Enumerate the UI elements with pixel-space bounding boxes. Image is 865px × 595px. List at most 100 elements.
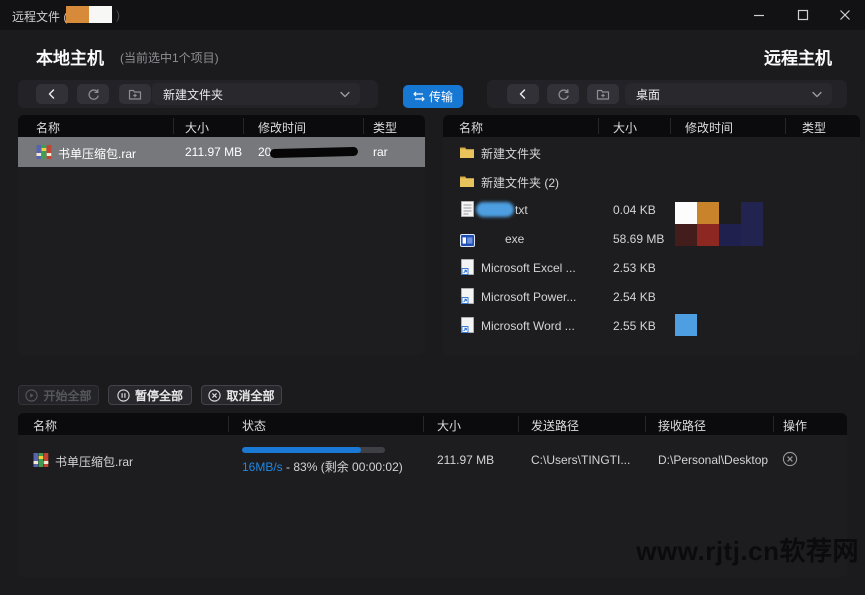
- file-name: Microsoft Word ...: [481, 319, 575, 333]
- start-all-button[interactable]: 开始全部: [18, 385, 99, 405]
- play-circle-icon: [25, 388, 39, 402]
- transfer-status: 16MB/s - 83% (剩余 00:00:02): [242, 458, 403, 475]
- watermark-text: www.rjtj.cn软荐网: [636, 536, 859, 566]
- file-row[interactable]: Microsoft Excel ... 2.53 KB: [443, 253, 860, 282]
- chevron-down-icon: [340, 91, 360, 98]
- file-row[interactable]: 新建文件夹 (2): [443, 166, 860, 195]
- col-type: 类型: [373, 121, 398, 135]
- local-toolbar: 新建文件夹: [18, 80, 378, 108]
- queue-send-path: C:\Users\TINGTI...: [531, 453, 631, 467]
- refresh-icon: [87, 88, 100, 101]
- remote-path-dropdown[interactable]: 桌面: [625, 83, 832, 105]
- file-type: rar: [373, 145, 388, 159]
- winrar-archive-icon: [36, 144, 52, 160]
- file-row[interactable]: exe 58.69 MB: [443, 224, 860, 253]
- remote-refresh-button[interactable]: [547, 84, 579, 104]
- file-name: exe: [505, 232, 525, 246]
- file-size: 2.54 KB: [613, 290, 656, 304]
- cancel-circle-icon: [208, 388, 222, 402]
- shortcut-file-icon: [459, 259, 475, 275]
- local-path-dropdown[interactable]: 新建文件夹: [152, 83, 360, 105]
- transfer-button[interactable]: 传输: [403, 85, 463, 108]
- local-table-header: 名称 大小 修改时间 类型: [18, 115, 425, 137]
- maximize-icon: [797, 9, 809, 21]
- window-title: 远程文件 (: [12, 10, 68, 24]
- pause-circle-icon: [117, 388, 130, 402]
- file-row[interactable]: txt 0.04 KB: [443, 195, 860, 224]
- queue-table-header: 名称 状态 大小 发送路径 接收路径 操作: [18, 413, 847, 435]
- remote-new-folder-button[interactable]: [587, 84, 619, 104]
- redacted-session-name: [66, 6, 112, 23]
- col-type: 类型: [802, 121, 827, 135]
- transfer-progress-text: - 83% (剩余 00:00:02): [282, 460, 403, 474]
- file-row[interactable]: Microsoft Power... 2.54 KB: [443, 282, 860, 311]
- col-recv-path: 接收路径: [658, 419, 707, 433]
- col-size: 大小: [185, 121, 210, 135]
- queue-file-name: 书单压缩包.rar: [55, 455, 134, 469]
- start-all-label: 开始全部: [43, 388, 92, 403]
- shortcut-file-icon: [459, 288, 475, 304]
- maximize-button[interactable]: [786, 0, 820, 30]
- file-name: 新建文件夹: [481, 147, 542, 161]
- pause-all-button[interactable]: 暂停全部: [108, 385, 192, 405]
- cancel-all-button[interactable]: 取消全部: [201, 385, 282, 405]
- col-name: 名称: [33, 419, 58, 433]
- file-name: Microsoft Power...: [481, 290, 577, 304]
- transfer-icon: [413, 91, 425, 102]
- col-status: 状态: [242, 419, 267, 433]
- local-selection-count: (当前选中1个项目): [120, 51, 219, 65]
- chevron-down-icon: [812, 91, 832, 98]
- winrar-archive-icon: [33, 452, 49, 468]
- col-name: 名称: [459, 121, 484, 135]
- new-folder-icon: [596, 88, 610, 101]
- queue-row[interactable]: 书单压缩包.rar 16MB/s - 83% (剩余 00:00:02) 211…: [18, 442, 847, 478]
- file-row-selected[interactable]: 书单压缩包.rar 211.97 MB 20 rar: [18, 137, 425, 167]
- queue-file-size: 211.97 MB: [437, 453, 495, 467]
- folder-icon: [459, 144, 475, 160]
- cancel-all-label: 取消全部: [226, 388, 275, 403]
- chevron-left-icon: [517, 88, 529, 100]
- redaction-block: [675, 314, 697, 336]
- file-size: 2.53 KB: [613, 261, 656, 275]
- app-window: 远程文件 ( ) 本地主机 (当前选中1个项目) 远程主机 新建文件夹 传输 桌…: [0, 0, 865, 595]
- remote-file-table: 名称 大小 修改时间 类型 新建文件夹 新建文件夹 (2) txt 0.04 K…: [443, 115, 860, 355]
- remote-table-header: 名称 大小 修改时间 类型: [443, 115, 860, 137]
- titlebar: 远程文件 ( ): [0, 0, 865, 30]
- minimize-button[interactable]: [742, 0, 776, 30]
- progress-fill: [242, 447, 361, 453]
- remove-task-button[interactable]: [782, 451, 798, 467]
- file-row[interactable]: Microsoft Word ... 2.55 KB: [443, 311, 860, 340]
- local-table-body: 书单压缩包.rar 211.97 MB 20 rar: [18, 137, 425, 355]
- local-new-folder-button[interactable]: [119, 84, 151, 104]
- close-button[interactable]: [828, 0, 862, 30]
- progress-bar: [242, 447, 385, 453]
- file-size: 58.69 MB: [613, 232, 665, 246]
- file-size: 211.97 MB: [185, 145, 243, 159]
- local-back-button[interactable]: [36, 84, 68, 104]
- file-name: Microsoft Excel ...: [481, 261, 576, 275]
- remote-back-button[interactable]: [507, 84, 539, 104]
- chevron-left-icon: [46, 88, 58, 100]
- local-host-title: 本地主机: [36, 49, 104, 68]
- remote-path-value: 桌面: [636, 87, 661, 102]
- text-file-icon: [459, 201, 475, 217]
- local-refresh-button[interactable]: [77, 84, 109, 104]
- col-size: 大小: [613, 121, 638, 135]
- refresh-icon: [557, 88, 570, 101]
- exe-file-icon: [459, 232, 475, 248]
- minimize-icon: [753, 9, 765, 21]
- remote-host-title: 远程主机: [764, 49, 832, 68]
- shortcut-file-icon: [459, 317, 475, 333]
- col-modified: 修改时间: [258, 121, 307, 135]
- file-name: txt: [515, 203, 528, 217]
- redaction-scribble: [269, 146, 359, 159]
- col-modified: 修改时间: [685, 121, 734, 135]
- file-name: 新建文件夹 (2): [481, 176, 560, 190]
- col-size: 大小: [437, 419, 462, 433]
- file-row[interactable]: 新建文件夹: [443, 137, 860, 166]
- redaction-mosaic: [675, 202, 763, 246]
- col-action: 操作: [783, 419, 808, 433]
- redaction-blur: [476, 202, 514, 217]
- transfer-label: 传输: [428, 90, 453, 104]
- folder-icon: [459, 173, 475, 189]
